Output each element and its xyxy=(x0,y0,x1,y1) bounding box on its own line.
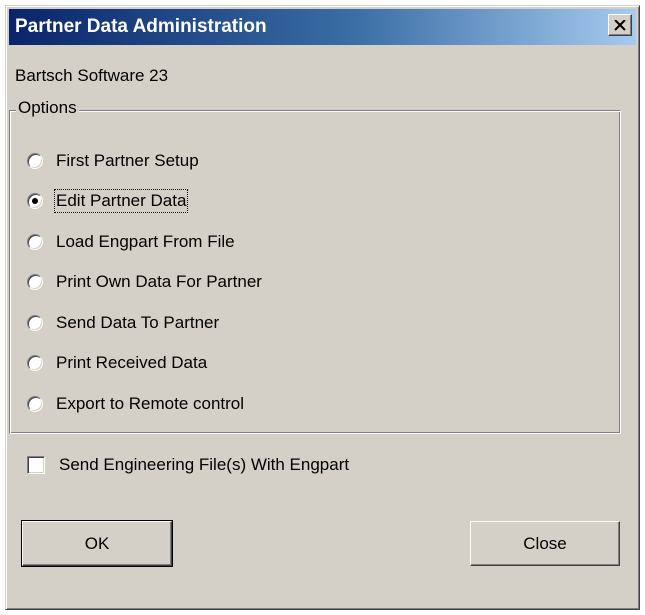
send-engineering-files-checkbox[interactable] xyxy=(27,456,45,474)
radio-print-own-data-for-partner[interactable]: Print Own Data For Partner xyxy=(27,269,263,295)
radio-send-data-to-partner[interactable]: Send Data To Partner xyxy=(27,310,220,336)
close-button[interactable]: Close xyxy=(470,521,620,566)
radio-label: First Partner Setup xyxy=(56,151,199,170)
radio-label: Load Engpart From File xyxy=(56,232,235,251)
radio-label: Send Data To Partner xyxy=(56,313,220,332)
radio-button[interactable] xyxy=(27,234,43,250)
radio-export-to-remote-control[interactable]: Export to Remote control xyxy=(27,391,245,417)
window-title: Partner Data Administration xyxy=(15,16,267,37)
radio-button[interactable] xyxy=(27,193,43,209)
radio-button[interactable] xyxy=(27,274,43,290)
title-close-button[interactable] xyxy=(608,14,632,36)
close-icon xyxy=(614,19,626,31)
radio-label: Print Own Data For Partner xyxy=(56,272,262,291)
checkbox-label: Send Engineering File(s) With Engpart xyxy=(59,455,350,474)
radio-button[interactable] xyxy=(27,396,43,412)
radio-button[interactable] xyxy=(27,153,43,169)
radio-first-partner-setup[interactable]: First Partner Setup xyxy=(27,148,200,174)
options-legend: Options xyxy=(16,98,79,118)
app-name-label: Bartsch Software 23 xyxy=(15,66,169,85)
radio-label: Edit Partner Data xyxy=(53,189,189,213)
radio-button[interactable] xyxy=(27,315,43,331)
radio-load-engpart-from-file[interactable]: Load Engpart From File xyxy=(27,229,236,255)
radio-label: Print Received Data xyxy=(56,353,208,372)
send-engineering-files-option[interactable]: Send Engineering File(s) With Engpart xyxy=(27,452,349,478)
radio-button[interactable] xyxy=(27,355,43,371)
radio-label: Export to Remote control xyxy=(56,394,245,413)
radio-edit-partner-data[interactable]: Edit Partner Data xyxy=(27,188,189,214)
radio-print-received-data[interactable]: Print Received Data xyxy=(27,350,208,376)
ok-button[interactable]: OK xyxy=(21,520,173,567)
title-bar[interactable]: Partner Data Administration xyxy=(9,9,636,45)
radio-selected-dot xyxy=(32,198,38,204)
